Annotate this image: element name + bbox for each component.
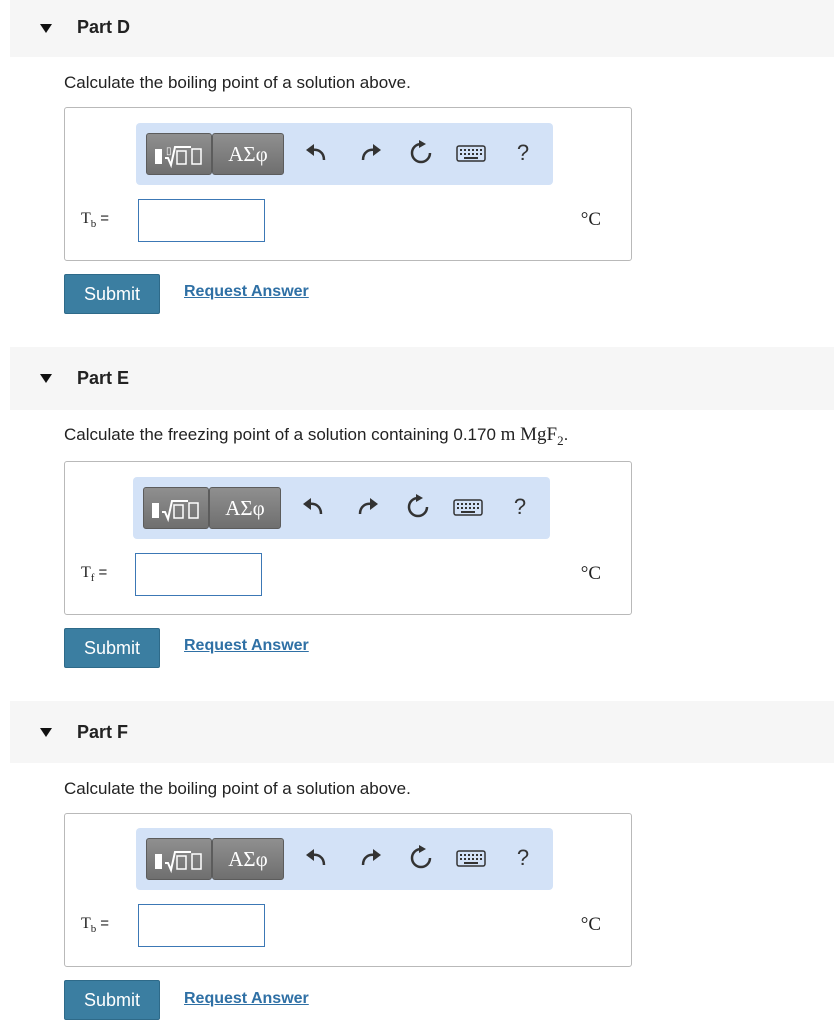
collapse-caret-icon[interactable] (40, 728, 52, 737)
variable-label: Tf = (81, 564, 108, 585)
question-prompt: Calculate the boiling point of a solutio… (64, 73, 411, 92)
greek-letters-button[interactable]: ΑΣφ (209, 487, 281, 529)
answer-input[interactable] (135, 553, 262, 596)
submit-button[interactable]: Submit (64, 274, 160, 314)
part-title: Part D (77, 17, 131, 37)
undo-icon[interactable] (299, 492, 329, 522)
unit-label: °C (580, 914, 601, 935)
greek-letters-button[interactable]: ΑΣφ (212, 133, 284, 175)
keyboard-icon[interactable] (452, 492, 484, 522)
collapse-caret-icon[interactable] (40, 24, 52, 33)
unit-label: °C (580, 209, 601, 230)
undo-icon[interactable] (302, 138, 332, 168)
svg-text:▯: ▯ (166, 146, 172, 157)
question-prompt: Calculate the freezing point of a soluti… (64, 424, 569, 448)
variable-label: Tb = (81, 915, 110, 936)
answer-input[interactable] (138, 199, 265, 242)
help-icon[interactable]: ? (508, 843, 538, 873)
answer-input[interactable] (138, 904, 265, 947)
collapse-caret-icon[interactable] (40, 374, 52, 383)
keyboard-icon[interactable] (455, 843, 487, 873)
request-answer-link[interactable]: Request Answer (184, 637, 309, 655)
greek-letters-button[interactable]: ΑΣφ (212, 838, 284, 880)
part-e-header[interactable]: Part E (10, 347, 834, 410)
variable-label: Tb = (81, 210, 110, 231)
math-toolbar: ΑΣφ ? (133, 477, 550, 539)
templates-button[interactable]: ▯ (146, 133, 212, 175)
answer-editor: ▯ ΑΣφ ? Tb = °C (64, 107, 632, 261)
unit-label: °C (580, 563, 601, 584)
templates-icon (152, 500, 199, 523)
part-f-header[interactable]: Part F (10, 701, 834, 763)
help-icon[interactable]: ? (508, 138, 538, 168)
templates-button[interactable] (143, 487, 209, 529)
undo-icon[interactable] (302, 843, 332, 873)
reset-icon[interactable] (403, 492, 433, 522)
reset-icon[interactable] (406, 843, 436, 873)
answer-editor: ΑΣφ ? Tb = °C (64, 813, 632, 967)
templates-icon (155, 851, 202, 874)
help-icon[interactable]: ? (505, 492, 535, 522)
redo-icon[interactable] (355, 138, 385, 168)
question-prompt: Calculate the boiling point of a solutio… (64, 779, 411, 798)
request-answer-link[interactable]: Request Answer (184, 283, 309, 301)
submit-button[interactable]: Submit (64, 628, 160, 668)
templates-icon: ▯ (155, 146, 202, 169)
submit-button[interactable]: Submit (64, 980, 160, 1020)
part-title: Part F (77, 722, 129, 742)
keyboard-icon[interactable] (455, 138, 487, 168)
redo-icon[interactable] (355, 843, 385, 873)
math-toolbar: ▯ ΑΣφ ? (136, 123, 553, 185)
templates-button[interactable] (146, 838, 212, 880)
answer-editor: ΑΣφ ? Tf = °C (64, 461, 632, 615)
reset-icon[interactable] (406, 138, 436, 168)
math-toolbar: ΑΣφ ? (136, 828, 553, 890)
part-title: Part E (77, 368, 130, 388)
request-answer-link[interactable]: Request Answer (184, 990, 309, 1008)
part-d-header[interactable]: Part D (10, 0, 834, 57)
redo-icon[interactable] (352, 492, 382, 522)
